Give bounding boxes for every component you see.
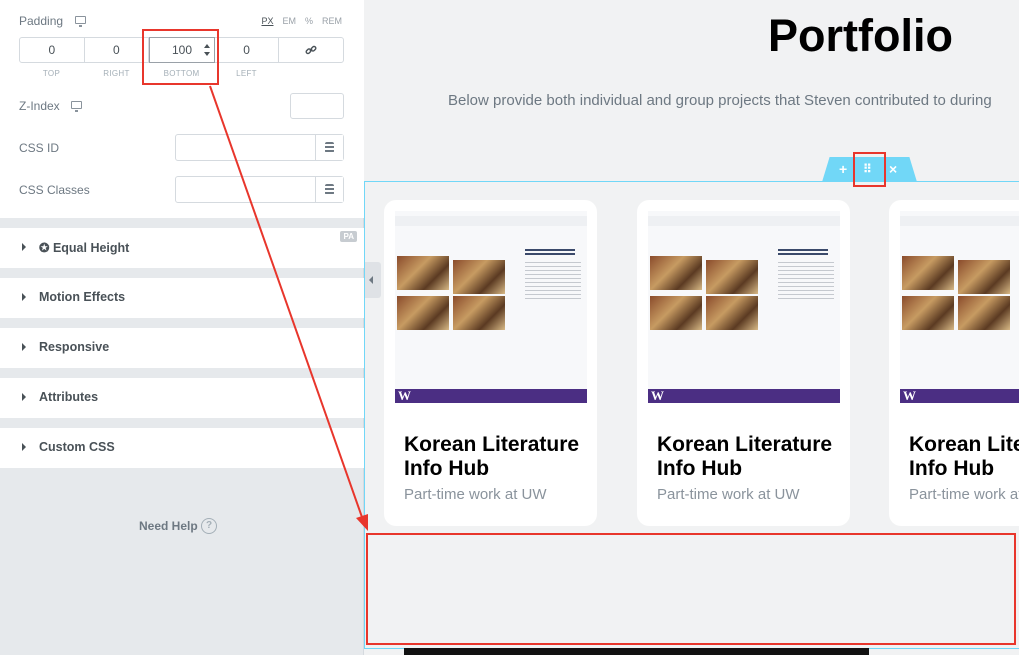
annotation-arrow [209,85,368,531]
